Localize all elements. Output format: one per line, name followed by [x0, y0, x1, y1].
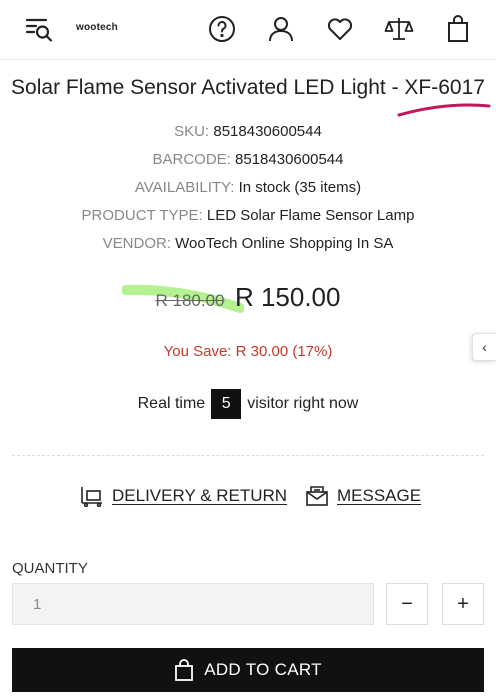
product-type-label: PRODUCT TYPE:: [81, 207, 203, 224]
quantity-decrease-button[interactable]: −: [386, 583, 428, 625]
cart-icon[interactable]: [441, 12, 475, 46]
barcode-label: BARCODE:: [152, 151, 231, 168]
visitor-count-badge: 5: [211, 389, 242, 419]
divider: [12, 455, 484, 456]
message-link[interactable]: MESSAGE: [305, 485, 421, 507]
message-label: MESSAGE: [337, 486, 422, 505]
vendor-label: VENDOR:: [102, 235, 171, 252]
quantity-label: QUANTITY: [12, 560, 88, 577]
price-row: R 180.00 R 150.00: [0, 282, 496, 313]
help-icon[interactable]: [205, 12, 239, 46]
sku-label: SKU:: [174, 123, 210, 140]
product-title: Solar Flame Sensor Activated LED Light -…: [11, 76, 485, 99]
wishlist-icon[interactable]: [323, 12, 357, 46]
title-underline-annotation: [397, 103, 491, 117]
vendor-value[interactable]: WooTech Online Shopping In SA: [175, 235, 393, 252]
quantity-increase-button[interactable]: +: [442, 583, 484, 625]
brand-logo[interactable]: wootech: [76, 22, 118, 33]
availability-value: In stock (35 items): [238, 179, 362, 196]
sku-value: 8518430600544: [213, 123, 322, 140]
product-type-value: LED Solar Flame Sensor Lamp: [206, 207, 415, 224]
compare-icon[interactable]: [382, 12, 416, 46]
delivery-return-label: DELIVERY & RETURN: [112, 486, 288, 505]
shopping-bag-icon: [175, 659, 194, 681]
quantity-input[interactable]: [12, 583, 374, 625]
visitors-suffix: visitor right now: [247, 395, 359, 412]
account-icon[interactable]: [264, 12, 298, 46]
barcode-line: BARCODE: 8518430600544: [0, 151, 496, 168]
vendor-line: VENDOR: WooTech Online Shopping In SA: [0, 235, 496, 252]
header: wootech: [0, 0, 496, 60]
menu-search-icon[interactable]: [22, 12, 56, 46]
delivery-return-link[interactable]: DELIVERY & RETURN: [80, 485, 287, 507]
availability-line: AVAILABILITY: In stock (35 items): [0, 179, 496, 196]
message-icon: [306, 486, 328, 506]
chevron-left-icon: ‹: [482, 339, 487, 355]
you-save-text: You Save: R 30.00 (17%): [163, 343, 333, 360]
realtime-visitors: Real time 5 visitor right now: [0, 389, 496, 419]
side-panel-toggle[interactable]: ‹: [472, 333, 496, 361]
plus-icon: +: [457, 592, 469, 615]
barcode-value: 8518430600544: [235, 151, 344, 168]
delivery-icon: [81, 487, 102, 507]
availability-label: AVAILABILITY:: [134, 179, 235, 196]
add-to-cart-label: ADD TO CART: [204, 660, 322, 679]
visitors-prefix: Real time: [137, 395, 206, 412]
product-type-line: PRODUCT TYPE: LED Solar Flame Sensor Lam…: [0, 207, 496, 224]
current-price: R 150.00: [234, 282, 341, 312]
compare-at-price: R 180.00: [155, 291, 225, 310]
minus-icon: −: [401, 592, 413, 615]
sku-line: SKU: 8518430600544: [0, 123, 496, 140]
add-to-cart-button[interactable]: ADD TO CART: [12, 648, 484, 692]
